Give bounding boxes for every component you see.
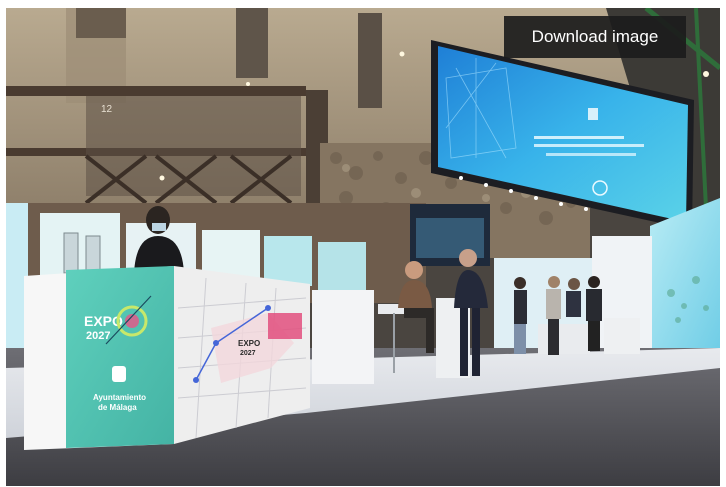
lightbox-panel: [318, 242, 366, 290]
lightbox-panel: [264, 236, 312, 286]
high-table: [312, 290, 374, 384]
exhibition-photo: 12 EXPO 2027 EXPO 2027 Ayuntamiento de M…: [6, 8, 720, 486]
expo-logo-year: 2027: [86, 330, 110, 342]
sofa: [538, 324, 590, 354]
sofa: [604, 318, 640, 354]
upper-window: [236, 8, 268, 78]
counter-teal-panel: [66, 266, 174, 448]
map-logo-year: 2027: [240, 350, 256, 357]
upper-window: [358, 13, 382, 108]
city-name-line2: de Málaga: [98, 403, 137, 412]
map-logo-word: EXPO: [238, 339, 260, 348]
city-name-line1: Ayuntamiento: [93, 393, 146, 402]
download-image-button[interactable]: Download image: [504, 16, 686, 58]
photo-frame: 12 EXPO 2027 EXPO 2027 Ayuntamiento de M…: [6, 8, 720, 486]
beam-number: 12: [101, 104, 113, 115]
timber-beam: [6, 86, 306, 96]
lightbox-panel: [40, 213, 120, 275]
city-crest-icon: [112, 366, 126, 382]
